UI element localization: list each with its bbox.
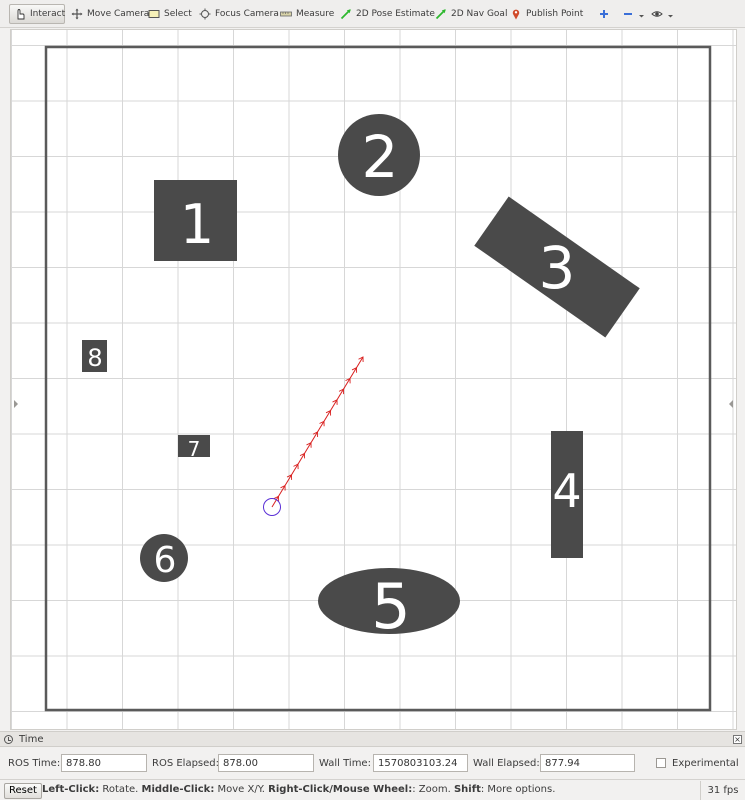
move-camera-icon	[71, 8, 83, 20]
move-camera-tool-button[interactable]: Move Camera	[67, 4, 153, 24]
right-panel-collapse-handle[interactable]	[729, 400, 733, 408]
landmark-7: 7	[178, 435, 210, 461]
reset-button[interactable]: Reset	[4, 783, 42, 799]
clock-icon	[4, 735, 13, 744]
planned-path	[271, 356, 364, 508]
publish-point-tool-button[interactable]: Publish Point	[506, 4, 587, 24]
tool-label: 2D Nav Goal	[451, 9, 508, 19]
view-options-button[interactable]	[647, 4, 678, 24]
landmark-1: 1	[154, 180, 237, 261]
time-panel-header: Time ×	[0, 731, 745, 747]
remove-tool-icon	[622, 8, 634, 20]
green-arrow-icon	[435, 8, 447, 20]
wall-time-label: Wall Time:	[319, 758, 371, 769]
view-options-icon	[651, 8, 663, 20]
tool-label: Measure	[296, 9, 335, 19]
wall-elapsed-field[interactable]	[540, 754, 635, 772]
ros-time-field[interactable]	[61, 754, 147, 772]
landmark-5: 5	[318, 568, 460, 643]
time-panel: ROS Time: ROS Elapsed: Wall Time: Wall E…	[0, 748, 745, 778]
hint-bold: Left-Click:	[42, 784, 100, 795]
toolbar: Interact Move Camera Select Focus Camera…	[0, 0, 745, 28]
landmark-6: 6	[140, 534, 188, 582]
time-panel-title: Time	[19, 734, 44, 745]
nav-goal-tool-button[interactable]: 2D Nav Goal	[431, 4, 511, 24]
landmark-label: 4	[552, 464, 581, 518]
hint-bold: Middle-Click:	[141, 784, 215, 795]
hint-bold: Right-Click/Mouse Wheel:	[268, 784, 413, 795]
ros-elapsed-label: ROS Elapsed:	[152, 758, 219, 769]
map-pin-icon	[510, 8, 522, 20]
wall-time-field[interactable]	[373, 754, 468, 772]
landmark-label: 8	[87, 344, 102, 372]
tool-label: Select	[164, 9, 192, 19]
hint-text: : More options.	[480, 784, 556, 795]
map-canvas[interactable]: 1 2 3 4 5 6 7 8	[11, 30, 736, 729]
wall-elapsed-label: Wall Elapsed:	[473, 758, 540, 769]
tool-label: Focus Camera	[215, 9, 279, 19]
fps-counter: 31 fps	[700, 781, 745, 800]
hint-bold: Shift	[453, 784, 481, 795]
landmark-label: 7	[188, 437, 201, 461]
tool-label: Interact	[30, 9, 66, 19]
remove-tool-button[interactable]	[618, 4, 649, 24]
focus-camera-tool-button[interactable]: Focus Camera	[195, 4, 283, 24]
experimental-checkbox[interactable]	[656, 758, 666, 768]
landmark-label: 3	[539, 234, 576, 302]
tool-label: Publish Point	[526, 9, 584, 19]
landmark-label: 6	[154, 540, 177, 581]
status-bar: Reset Left-Click: Rotate. Middle-Click: …	[0, 779, 745, 800]
select-rectangle-icon	[148, 8, 160, 20]
landmark-label: 1	[180, 193, 214, 256]
ros-time-label: ROS Time:	[8, 758, 61, 769]
cursor-hand-icon	[14, 8, 26, 20]
hint-text: Rotate.	[99, 784, 142, 795]
render-viewport[interactable]: 1 2 3 4 5 6 7 8	[10, 29, 737, 730]
add-tool-button[interactable]	[594, 4, 614, 24]
focus-camera-icon	[199, 8, 211, 20]
tool-label: 2D Pose Estimate	[356, 9, 435, 19]
interact-tool-button[interactable]: Interact	[9, 4, 65, 24]
green-arrow-icon	[340, 8, 352, 20]
landmark-2: 2	[338, 114, 420, 196]
measure-tool-button[interactable]: Measure	[276, 4, 338, 24]
hint-text: : Zoom.	[412, 784, 454, 795]
ros-elapsed-field[interactable]	[218, 754, 314, 772]
ruler-icon	[280, 8, 292, 20]
pose-estimate-tool-button[interactable]: 2D Pose Estimate	[336, 4, 439, 24]
landmark-label: 2	[362, 123, 399, 191]
left-panel-collapse-handle[interactable]	[14, 400, 18, 408]
add-tool-icon	[598, 8, 610, 20]
landmark-label: 5	[371, 570, 410, 643]
status-hint: Left-Click: Rotate. Middle-Click: Move X…	[42, 784, 555, 795]
close-icon[interactable]: ×	[733, 735, 742, 744]
chevron-down-icon	[638, 8, 645, 20]
chevron-down-icon	[667, 8, 674, 20]
tool-label: Move Camera	[87, 9, 150, 19]
landmark-4: 4	[551, 431, 583, 558]
select-tool-button[interactable]: Select	[144, 4, 196, 24]
landmark-8: 8	[82, 340, 107, 372]
hint-text: Move X/Y.	[214, 784, 269, 795]
experimental-label: Experimental	[672, 758, 739, 769]
